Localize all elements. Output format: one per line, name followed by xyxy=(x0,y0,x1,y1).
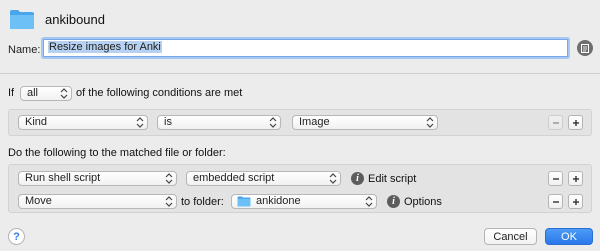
plus-icon xyxy=(572,119,579,126)
divider xyxy=(0,73,600,74)
action-type-value: Move xyxy=(25,195,52,207)
plus-icon xyxy=(572,198,579,205)
chevron-updown-icon xyxy=(165,173,173,184)
folder-icon xyxy=(10,10,34,29)
plus-icon xyxy=(572,175,579,182)
chevron-updown-icon xyxy=(329,173,337,184)
condition-attribute-value: Kind xyxy=(25,116,48,128)
chevron-updown-icon xyxy=(269,117,277,128)
add-action-button[interactable] xyxy=(568,171,583,186)
cancel-button[interactable]: Cancel xyxy=(484,228,537,245)
remove-action-button[interactable] xyxy=(548,194,563,209)
minus-icon xyxy=(552,200,559,203)
conditions-suffix: of the following conditions are met xyxy=(76,87,243,99)
condition-value-popup[interactable]: Image xyxy=(292,115,438,130)
name-input[interactable]: Resize images for Anki xyxy=(43,39,568,57)
action-type-popup[interactable]: Run shell script xyxy=(18,171,177,186)
action-type-value: Run shell script xyxy=(25,172,101,184)
chevron-updown-icon xyxy=(165,196,173,207)
match-popup[interactable]: all xyxy=(20,86,72,101)
chevron-updown-icon xyxy=(365,196,373,207)
info-icon[interactable]: i xyxy=(387,195,400,208)
info-icon[interactable]: i xyxy=(351,172,364,185)
actions-heading: Do the following to the matched file or … xyxy=(8,147,226,159)
help-button[interactable]: ? xyxy=(8,228,25,245)
to-folder-label: to folder: xyxy=(181,196,224,208)
chevron-updown-icon xyxy=(136,117,144,128)
destination-folder-value: ankidone xyxy=(256,195,301,207)
destination-folder-popup[interactable]: ankidone xyxy=(231,194,377,209)
match-popup-value: all xyxy=(27,87,39,99)
remove-action-button[interactable] xyxy=(548,171,563,186)
script-source-value: embedded script xyxy=(193,172,275,184)
ok-button[interactable]: OK xyxy=(545,228,593,245)
action-type-popup[interactable]: Move xyxy=(18,194,177,209)
minus-icon xyxy=(552,177,559,180)
folder-title: ankibound xyxy=(45,12,105,27)
minus-icon xyxy=(552,121,559,124)
name-input-value: Resize images for Anki xyxy=(48,41,162,53)
chevron-updown-icon xyxy=(426,117,434,128)
add-condition-button[interactable] xyxy=(568,115,583,130)
note-icon xyxy=(581,43,589,53)
folder-icon xyxy=(237,196,251,207)
note-button[interactable] xyxy=(577,40,593,56)
add-action-button[interactable] xyxy=(568,194,583,209)
remove-condition-button[interactable] xyxy=(548,115,563,130)
chevron-updown-icon xyxy=(60,88,68,99)
condition-value-value: Image xyxy=(299,116,330,128)
condition-attribute-popup[interactable]: Kind xyxy=(18,115,148,130)
condition-operator-value: is xyxy=(164,116,172,128)
condition-operator-popup[interactable]: is xyxy=(157,115,281,130)
options-link[interactable]: Options xyxy=(404,196,442,208)
edit-script-link[interactable]: Edit script xyxy=(368,173,416,185)
name-label: Name: xyxy=(8,44,41,56)
if-label: If xyxy=(8,87,15,99)
script-source-popup[interactable]: embedded script xyxy=(186,171,341,186)
